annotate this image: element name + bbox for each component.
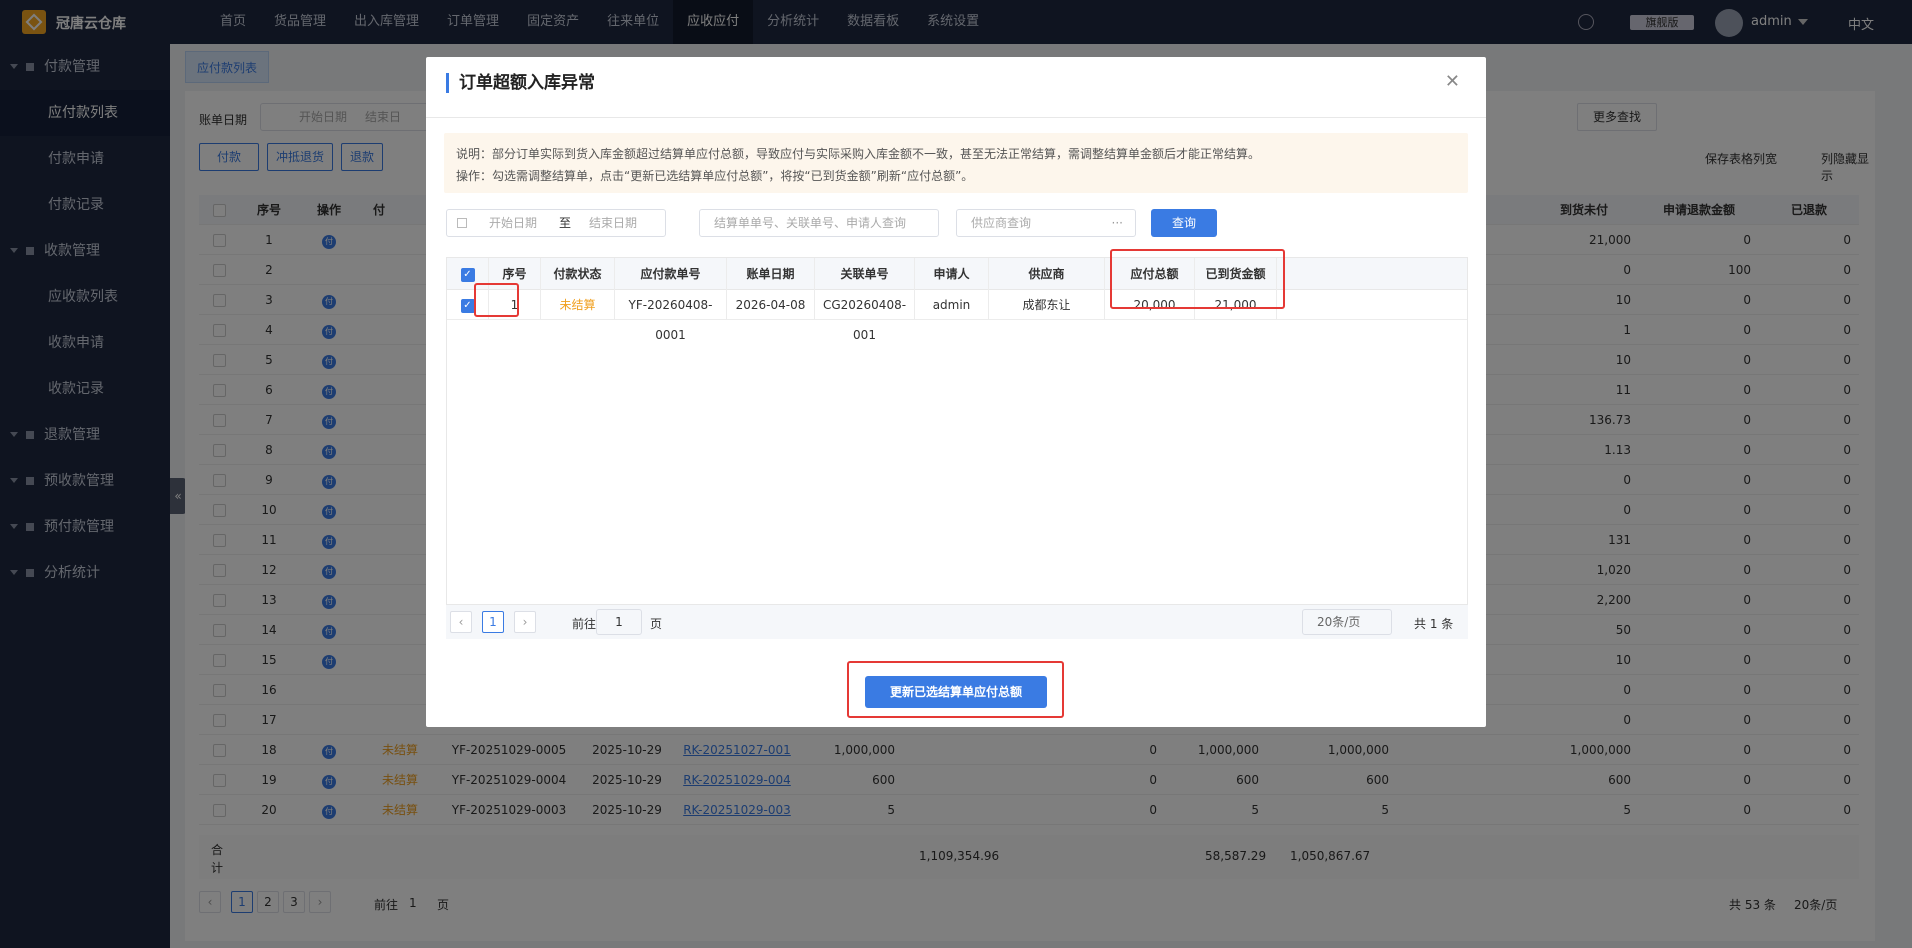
more-icon: ···	[1111, 216, 1123, 230]
page-size-select[interactable]: 20条/页	[1302, 609, 1392, 635]
prev-page-button[interactable]: ‹	[450, 611, 472, 633]
divider	[426, 117, 1486, 118]
page-unit: 页	[650, 617, 663, 631]
modal-start-date: 开始日期	[489, 216, 538, 230]
total-count: 共 1 条	[1414, 617, 1454, 631]
exception-dialog: 订单超额入库异常 ✕ 说明：部分订单实际到货入库金额超过结算单应付总额，导致应付…	[426, 57, 1486, 727]
modal-end-date: 结束日期	[589, 216, 638, 230]
notice-box: 说明：部分订单实际到货入库金额超过结算单应付总额，导致应付与实际采购入库金额不一…	[444, 133, 1468, 193]
row-supplier: 成都东让	[989, 290, 1105, 320]
dialog-title: 订单超额入库异常	[446, 73, 595, 93]
col-supplier: 供应商	[989, 258, 1105, 290]
modal-pagination: ‹ 1 › 前往 1 页 20条/页 共 1 条	[446, 605, 1468, 639]
next-page-button[interactable]: ›	[514, 611, 536, 633]
modal-date-range[interactable]: 开始日期 至 结束日期	[446, 209, 666, 237]
supplier-select[interactable]: 供应商查询 ···	[956, 209, 1136, 237]
notice-line-1: 说明：部分订单实际到货入库金额超过结算单应付总额，导致应付与实际采购入库金额不一…	[456, 147, 1261, 161]
notice-line-2: 操作：勾选需调整结算单，点击“更新已选结算单应付总额”，将按“已到货金额”刷新“…	[456, 169, 974, 183]
search-placeholder: 结算单单号、关联单号、申请人查询	[714, 216, 907, 230]
col-date: 账单日期	[727, 258, 815, 290]
row-status: 未结算	[541, 290, 615, 320]
goto-input[interactable]: 1	[596, 609, 642, 635]
row-no: YF-20260408-0001	[615, 290, 727, 342]
highlight-update-button	[847, 661, 1064, 718]
modal-search-input[interactable]: 结算单单号、关联单号、申请人查询	[699, 209, 939, 237]
col-no: 应付款单号	[615, 258, 727, 290]
row-applicant: admin	[915, 290, 989, 320]
row-link: CG20260408-001	[815, 290, 915, 342]
col-applicant: 申请人	[915, 258, 989, 290]
highlight-amounts	[1110, 249, 1285, 309]
col-status: 付款状态	[541, 258, 615, 290]
exception-table-header: ✓ 序号 付款状态 应付款单号 账单日期 关联单号 申请人 供应商 应付总额 已…	[447, 258, 1467, 290]
table-row[interactable]: ✓ 1 未结算 YF-20260408-0001 2026-04-08 CG20…	[447, 290, 1467, 342]
range-separator: 至	[559, 216, 572, 230]
page-1[interactable]: 1	[482, 611, 504, 633]
goto-label: 前往	[572, 617, 597, 631]
close-icon[interactable]: ✕	[1445, 71, 1460, 92]
exception-table: ✓ 序号 付款状态 应付款单号 账单日期 关联单号 申请人 供应商 应付总额 已…	[446, 257, 1468, 605]
query-button[interactable]: 查询	[1151, 209, 1217, 237]
row-date: 2026-04-08	[727, 290, 815, 320]
highlight-checkbox	[474, 283, 519, 317]
supplier-placeholder: 供应商查询	[971, 216, 1032, 230]
calendar-icon	[457, 218, 467, 228]
col-link: 关联单号	[815, 258, 915, 290]
